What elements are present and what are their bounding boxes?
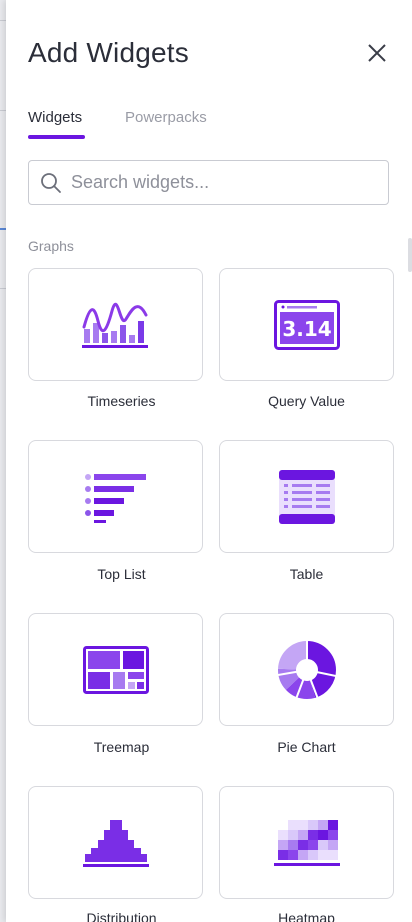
widget-label-query-value: Query Value [268,393,345,409]
tab-powerpacks[interactable]: Powerpacks [125,108,207,128]
query-value-icon: 3.14 [273,299,340,350]
widget-label-timeseries: Timeseries [87,393,156,409]
search-icon [41,173,61,193]
widget-card-query-value[interactable]: 3.14 [219,268,394,381]
widget-card-pie-chart[interactable] [219,613,394,726]
panel-title: Add Widgets [28,37,189,68]
widget-card-timeseries[interactable] [28,268,203,381]
table-icon [278,469,335,524]
query-value-icon-text: 3.14 [282,317,331,341]
widget-label-treemap: Treemap [93,739,150,755]
heatmap-icon [273,819,340,866]
widget-label-pie-chart: Pie Chart [277,739,336,755]
top-list-icon [84,473,146,523]
search-box [28,160,389,205]
close-button[interactable] [364,40,390,66]
timeseries-icon [81,302,148,348]
widget-label-distribution: Distribution [86,910,157,922]
widget-label-heatmap: Heatmap [278,910,335,922]
active-tab-indicator [28,135,85,139]
widget-card-top-list[interactable] [28,440,203,553]
widget-card-heatmap[interactable] [219,786,394,899]
add-widgets-panel: Add Widgets Widgets Powerpacks Graphs [6,0,412,922]
tab-widgets[interactable]: Widgets [28,108,82,128]
widget-card-distribution[interactable] [28,786,203,899]
distribution-icon [82,819,149,867]
panel-header: Add Widgets [28,34,390,74]
section-graphs-label: Graphs [28,238,74,254]
widget-card-table[interactable] [219,440,394,553]
close-icon [368,44,386,62]
search-input[interactable] [71,161,381,204]
treemap-icon [82,645,149,694]
widget-card-treemap[interactable] [28,613,203,726]
panel-scrollbar[interactable] [408,238,412,272]
widget-label-top-list: Top List [97,566,146,582]
pie-chart-icon [277,640,336,699]
widget-label-table: Table [289,566,324,582]
